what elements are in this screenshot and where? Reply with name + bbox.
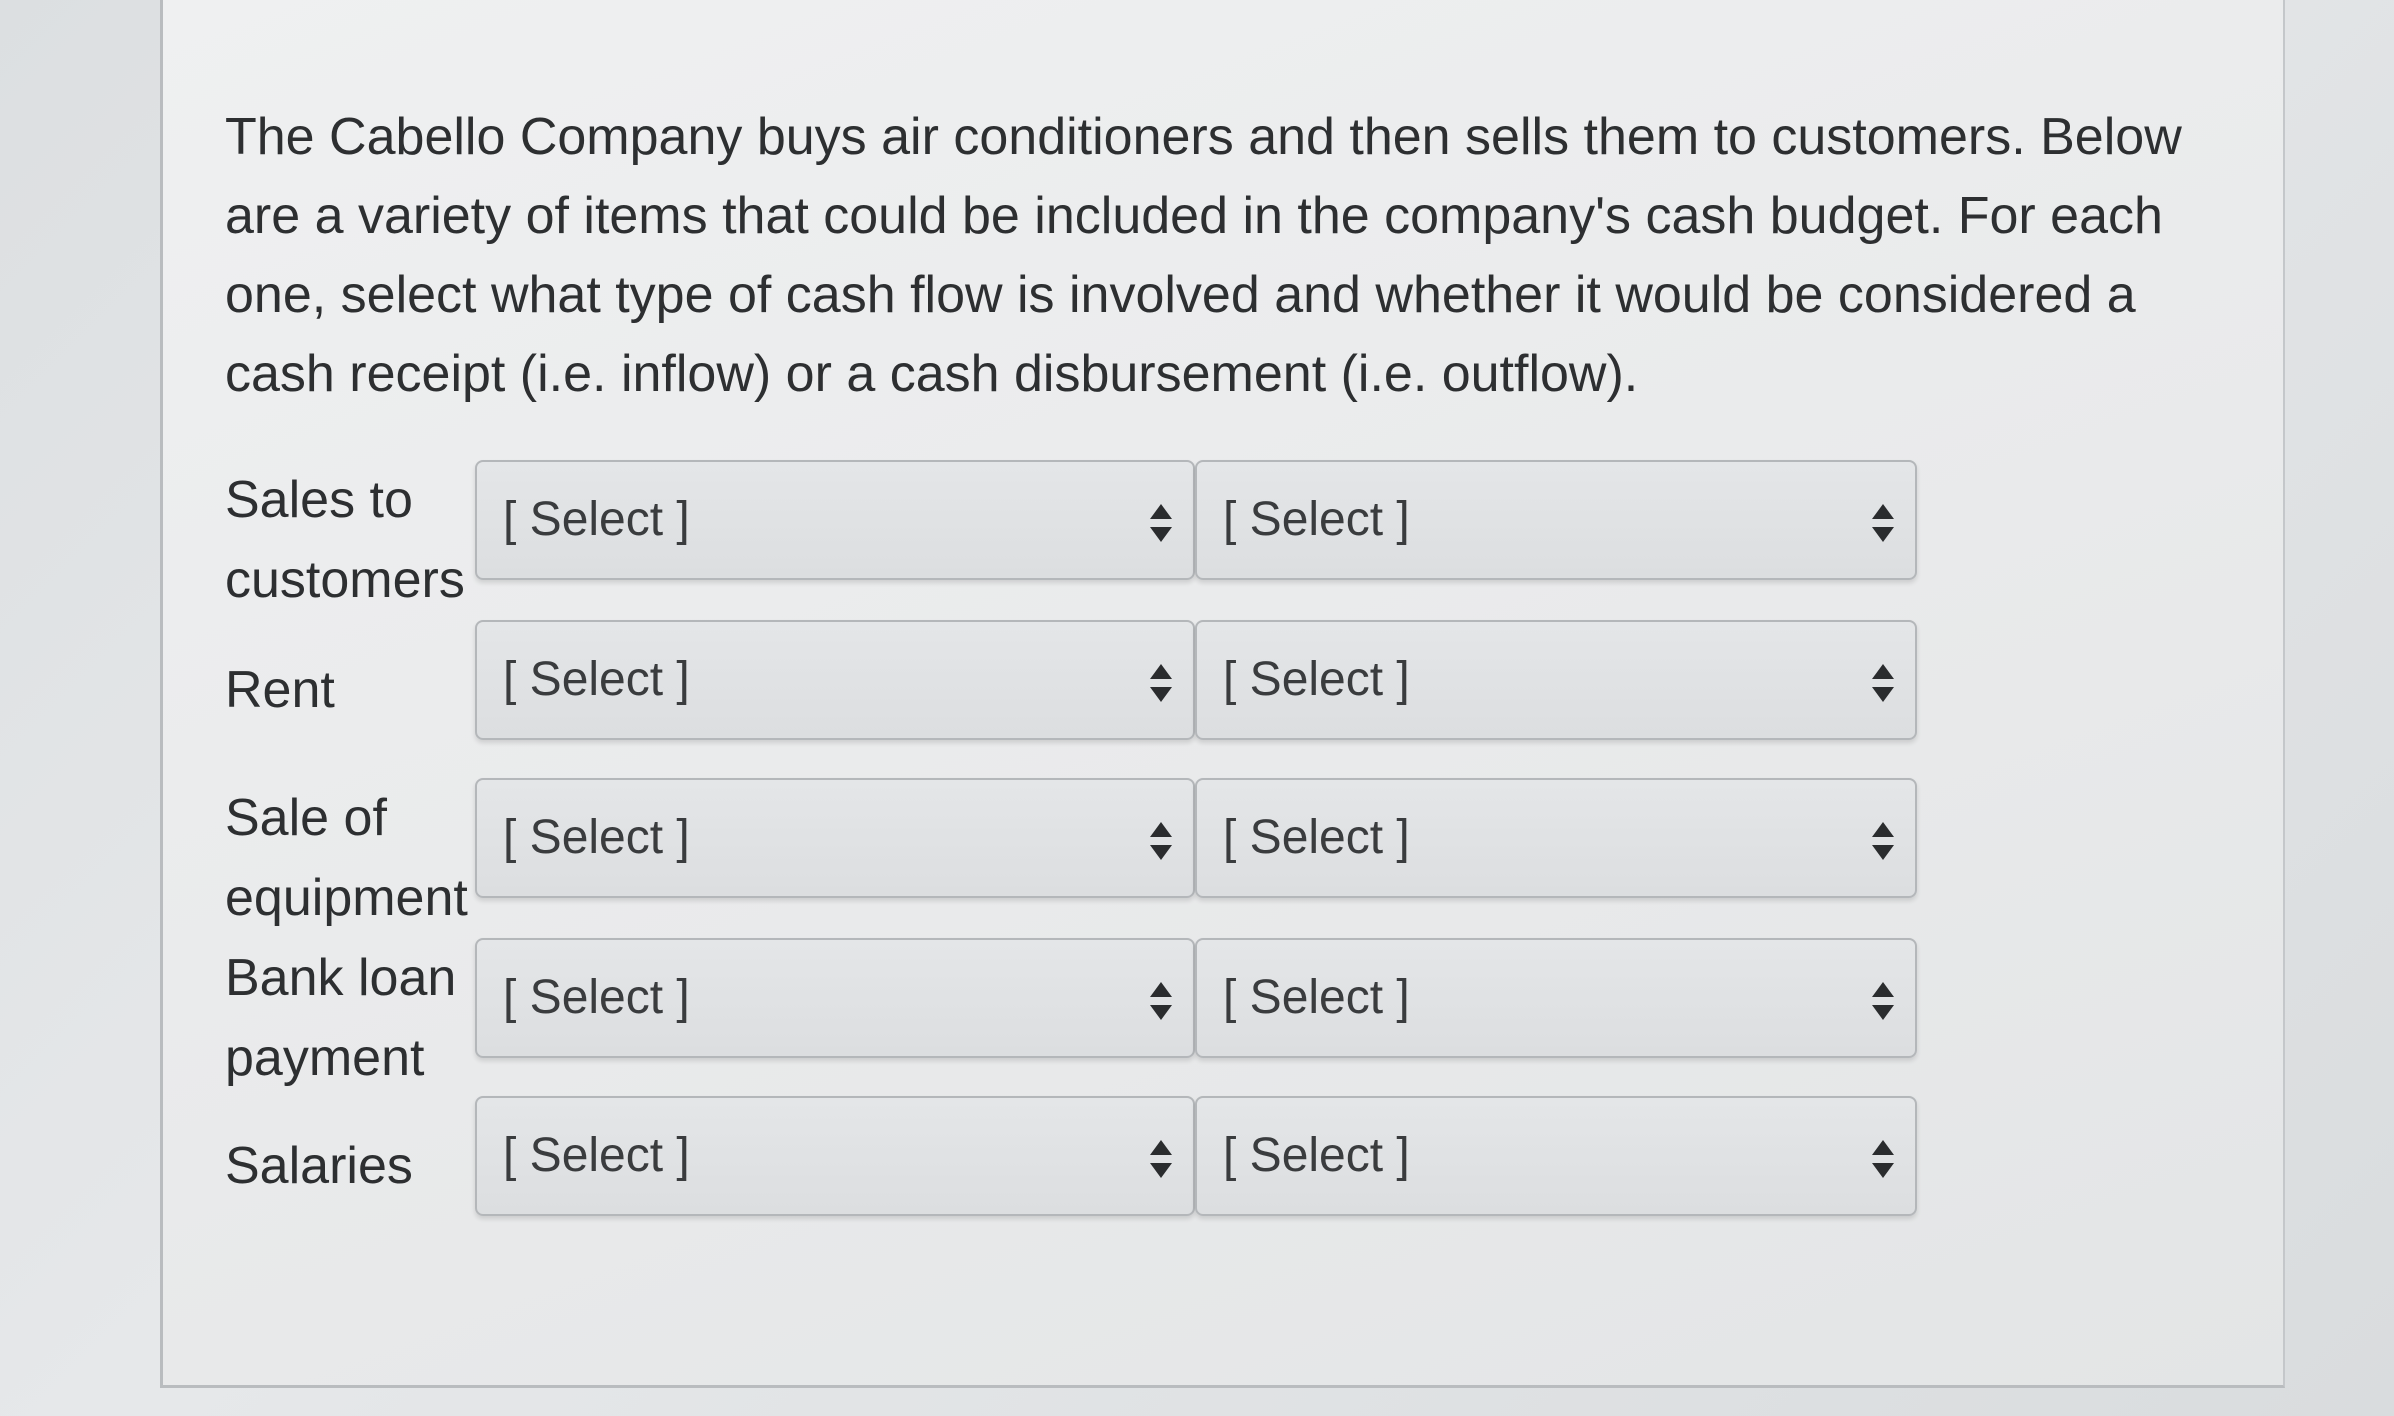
- up-down-arrow-icon: [1872, 664, 1894, 702]
- cash-flow-type-select[interactable]: [ Select ]: [475, 778, 1195, 898]
- row-label: Sale of equipment: [225, 789, 468, 927]
- receipt-or-disbursement-select[interactable]: [ Select ]: [1195, 938, 1917, 1058]
- budget-item-row-rent: Rent [ Select ] [ Select ]: [225, 620, 2265, 750]
- receipt-or-disbursement-select[interactable]: [ Select ]: [1195, 460, 1917, 580]
- row-label: Sales to customers: [225, 471, 465, 609]
- up-down-arrow-icon: [1150, 504, 1172, 542]
- question-panel: The Cabello Company buys air conditioner…: [160, 0, 2285, 1388]
- select-value: [ Select ]: [1223, 811, 1410, 864]
- up-down-arrow-icon: [1872, 982, 1894, 1020]
- up-down-arrow-icon: [1872, 1140, 1894, 1178]
- question-text: The Cabello Company buys air conditioner…: [225, 108, 2182, 403]
- up-down-arrow-icon: [1872, 504, 1894, 542]
- select-value: [ Select ]: [1223, 653, 1410, 706]
- row-label: Rent: [225, 661, 335, 719]
- budget-item-row-sales-to-customers: Sales to customers [ Select ] [ Select ]: [225, 460, 2265, 609]
- budget-item-row-salaries: Salaries [ Select ] [ Select ]: [225, 1096, 2265, 1226]
- select-value: [ Select ]: [503, 811, 690, 864]
- receipt-or-disbursement-select[interactable]: [ Select ]: [1195, 778, 1917, 898]
- cash-flow-type-select[interactable]: [ Select ]: [475, 1096, 1195, 1216]
- select-value: [ Select ]: [1223, 1129, 1410, 1182]
- row-label: Bank loan payment: [225, 949, 457, 1087]
- row-label: Salaries: [225, 1137, 413, 1195]
- cash-flow-type-select[interactable]: [ Select ]: [475, 938, 1195, 1058]
- up-down-arrow-icon: [1150, 982, 1172, 1020]
- budget-item-row-bank-loan-payment: Bank loan payment [ Select ] [ Select ]: [225, 938, 2265, 1087]
- up-down-arrow-icon: [1150, 822, 1172, 860]
- select-value: [ Select ]: [1223, 971, 1410, 1024]
- cash-flow-type-select[interactable]: [ Select ]: [475, 620, 1195, 740]
- receipt-or-disbursement-select[interactable]: [ Select ]: [1195, 1096, 1917, 1216]
- select-value: [ Select ]: [503, 1129, 690, 1182]
- select-value: [ Select ]: [1223, 493, 1410, 546]
- select-value: [ Select ]: [503, 971, 690, 1024]
- up-down-arrow-icon: [1150, 1140, 1172, 1178]
- select-value: [ Select ]: [503, 493, 690, 546]
- receipt-or-disbursement-select[interactable]: [ Select ]: [1195, 620, 1917, 740]
- select-value: [ Select ]: [503, 653, 690, 706]
- up-down-arrow-icon: [1872, 822, 1894, 860]
- up-down-arrow-icon: [1150, 664, 1172, 702]
- cash-flow-type-select[interactable]: [ Select ]: [475, 460, 1195, 580]
- budget-item-row-sale-of-equipment: Sale of equipment [ Select ] [ Select ]: [225, 778, 2265, 927]
